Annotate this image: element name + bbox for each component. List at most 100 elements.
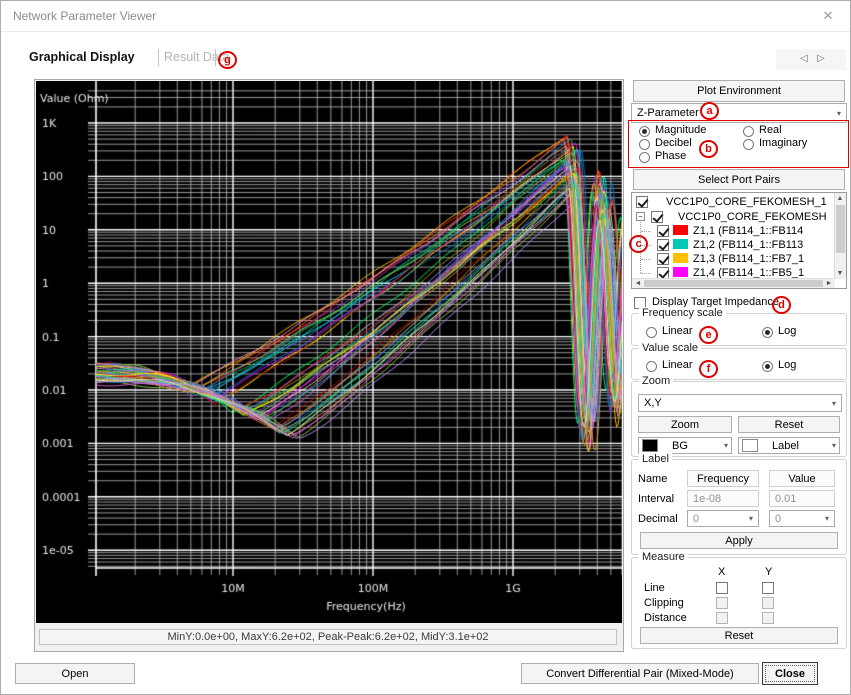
tree-row-z12[interactable]: Z1,2 (FB114_1::FB113: [632, 238, 834, 252]
measure-clipping-y-checkbox[interactable]: [762, 597, 774, 609]
tree-row-z11[interactable]: Z1,1 (FB114_1::FB114: [632, 224, 834, 238]
tab-separator: [158, 49, 159, 66]
tab-scroll-left-icon[interactable]: ◁: [800, 53, 808, 64]
z13-color-swatch: [673, 253, 688, 263]
close-button[interactable]: Close: [762, 662, 818, 685]
measure-clipping-label: Clipping: [644, 597, 684, 609]
frequency-scale-title: Frequency scale: [639, 307, 726, 319]
root-checkbox[interactable]: [636, 196, 648, 208]
group-label: VCC1P0_CORE_FEKOMESH: [678, 211, 827, 223]
value-interval-input[interactable]: 0.01: [769, 490, 835, 507]
frequency-decimal-combobox[interactable]: 0 ▾: [687, 510, 759, 527]
convert-differential-pair-button[interactable]: Convert Differential Pair (Mixed-Mode): [521, 663, 759, 684]
tab-scroll-area: ◁ ▷: [776, 49, 846, 70]
annotation-badge-c: c: [629, 235, 648, 253]
value-linear-radio[interactable]: [646, 361, 657, 372]
frequency-log-radio[interactable]: [762, 327, 773, 338]
value-decimal-value: 0: [775, 513, 781, 525]
scroll-right-icon[interactable]: ►: [825, 279, 833, 288]
measure-x-header: X: [718, 566, 725, 578]
tree-row-z13[interactable]: Z1,3 (FB114_1::FB7_1: [632, 252, 834, 266]
frequency-interval-input[interactable]: 1e-08: [687, 490, 759, 507]
annotation-badge-e: e: [699, 326, 718, 344]
titlebar: Network Parameter Viewer ✕: [1, 1, 850, 32]
plot-stats-text: MinY:0.0e+00, MaxY:6.2e+02, Peak-Peak:6.…: [167, 631, 488, 643]
parameter-type-value: Z-Parameter: [637, 107, 699, 119]
frequency-linear-radio[interactable]: [646, 327, 657, 338]
tree-row-group[interactable]: − VCC1P0_CORE_FEKOMESH: [632, 210, 834, 224]
chevron-down-icon: ▾: [825, 514, 829, 523]
frequency-linear-label: Linear: [662, 325, 693, 337]
tabstrip: Graphical Display Result Data ◁ ▷: [1, 46, 850, 71]
z11-color-swatch: [673, 225, 688, 235]
tree-horizontal-scrollbar[interactable]: ◄ ►: [632, 278, 835, 288]
annotation-badge-f: f: [699, 360, 718, 378]
annotation-badge-g: g: [218, 51, 237, 69]
zoom-reset-button[interactable]: Reset: [738, 416, 840, 433]
z11-checkbox[interactable]: [657, 225, 669, 237]
zoom-group-title: Zoom: [639, 375, 673, 387]
frequency-column-header: Frequency: [687, 470, 759, 487]
z12-label: Z1,2 (FB114_1::FB113: [693, 239, 803, 251]
value-log-label: Log: [778, 359, 796, 371]
annotation-badge-a: a: [700, 102, 719, 120]
network-parameter-viewer-window: Network Parameter Viewer ✕ Graphical Dis…: [0, 0, 851, 695]
value-scale-title: Value scale: [639, 342, 701, 354]
collapse-icon[interactable]: −: [636, 212, 645, 221]
port-pair-tree: VCC1P0_CORE_FEKOMESH_1 − VCC1P0_CORE_FEK…: [631, 192, 847, 289]
measure-y-header: Y: [765, 566, 772, 578]
zoom-mode-combobox[interactable]: X,Y ▾: [638, 394, 842, 412]
tree-row-root[interactable]: VCC1P0_CORE_FEKOMESH_1: [632, 195, 834, 209]
scroll-thumb[interactable]: [836, 205, 845, 253]
z13-checkbox[interactable]: [657, 253, 669, 265]
scroll-thumb[interactable]: [644, 280, 823, 287]
plot-environment-button[interactable]: Plot Environment: [633, 80, 845, 102]
measure-distance-x-checkbox[interactable]: [716, 612, 728, 624]
measure-distance-label: Distance: [644, 612, 687, 624]
bg-color-label: BG: [672, 440, 688, 452]
scroll-left-icon[interactable]: ◄: [634, 279, 642, 288]
annotation-badge-d: d: [772, 296, 791, 314]
z12-checkbox[interactable]: [657, 239, 669, 251]
label-color-dropdown[interactable]: Label ▾: [738, 437, 840, 454]
z12-color-swatch: [673, 239, 688, 249]
close-icon[interactable]: ✕: [816, 7, 840, 25]
decimal-row-label: Decimal: [638, 513, 678, 525]
z13-label: Z1,3 (FB114_1::FB7_1: [693, 253, 804, 265]
plot-canvas[interactable]: [36, 81, 622, 623]
chevron-down-icon: ▾: [832, 441, 836, 450]
measure-line-y-checkbox[interactable]: [762, 582, 774, 594]
label-color-label: Label: [772, 440, 799, 452]
apply-button[interactable]: Apply: [640, 532, 838, 549]
tree-connector: [641, 259, 651, 260]
label-group-title: Label: [639, 453, 672, 465]
measure-group-title: Measure: [639, 551, 688, 563]
tab-scroll-right-icon[interactable]: ▷: [817, 53, 825, 64]
measure-distance-y-checkbox[interactable]: [762, 612, 774, 624]
tab-graphical-display[interactable]: Graphical Display: [29, 50, 135, 64]
group-checkbox[interactable]: [651, 211, 663, 223]
measure-line-x-checkbox[interactable]: [716, 582, 728, 594]
label-group: Label Name Frequency Value Interval 1e-0…: [631, 459, 847, 555]
bg-color-swatch: [642, 439, 658, 452]
interval-row-label: Interval: [638, 493, 674, 505]
name-row-label: Name: [638, 473, 667, 485]
zoom-button[interactable]: Zoom: [638, 416, 732, 433]
zoom-group: Zoom X,Y ▾ Zoom Reset BG ▾ Label ▾: [631, 381, 847, 457]
tree-vertical-scrollbar[interactable]: ▲ ▼: [834, 193, 846, 279]
select-port-pairs-button[interactable]: Select Port Pairs: [633, 169, 845, 190]
value-linear-label: Linear: [662, 359, 693, 371]
scroll-down-icon[interactable]: ▼: [835, 269, 845, 278]
value-column-header: Value: [769, 470, 835, 487]
measure-clipping-x-checkbox[interactable]: [716, 597, 728, 609]
measure-reset-button[interactable]: Reset: [640, 627, 838, 644]
root-label: VCC1P0_CORE_FEKOMESH_1: [666, 196, 827, 208]
chevron-down-icon: ▾: [837, 109, 841, 118]
measure-line-label: Line: [644, 582, 665, 594]
value-decimal-combobox[interactable]: 0 ▾: [769, 510, 835, 527]
plot-panel: MinY:0.0e+00, MaxY:6.2e+02, Peak-Peak:6.…: [34, 79, 624, 652]
value-log-radio[interactable]: [762, 361, 773, 372]
bg-color-dropdown[interactable]: BG ▾: [638, 437, 732, 454]
open-button[interactable]: Open: [15, 663, 135, 684]
scroll-up-icon[interactable]: ▲: [835, 194, 845, 203]
